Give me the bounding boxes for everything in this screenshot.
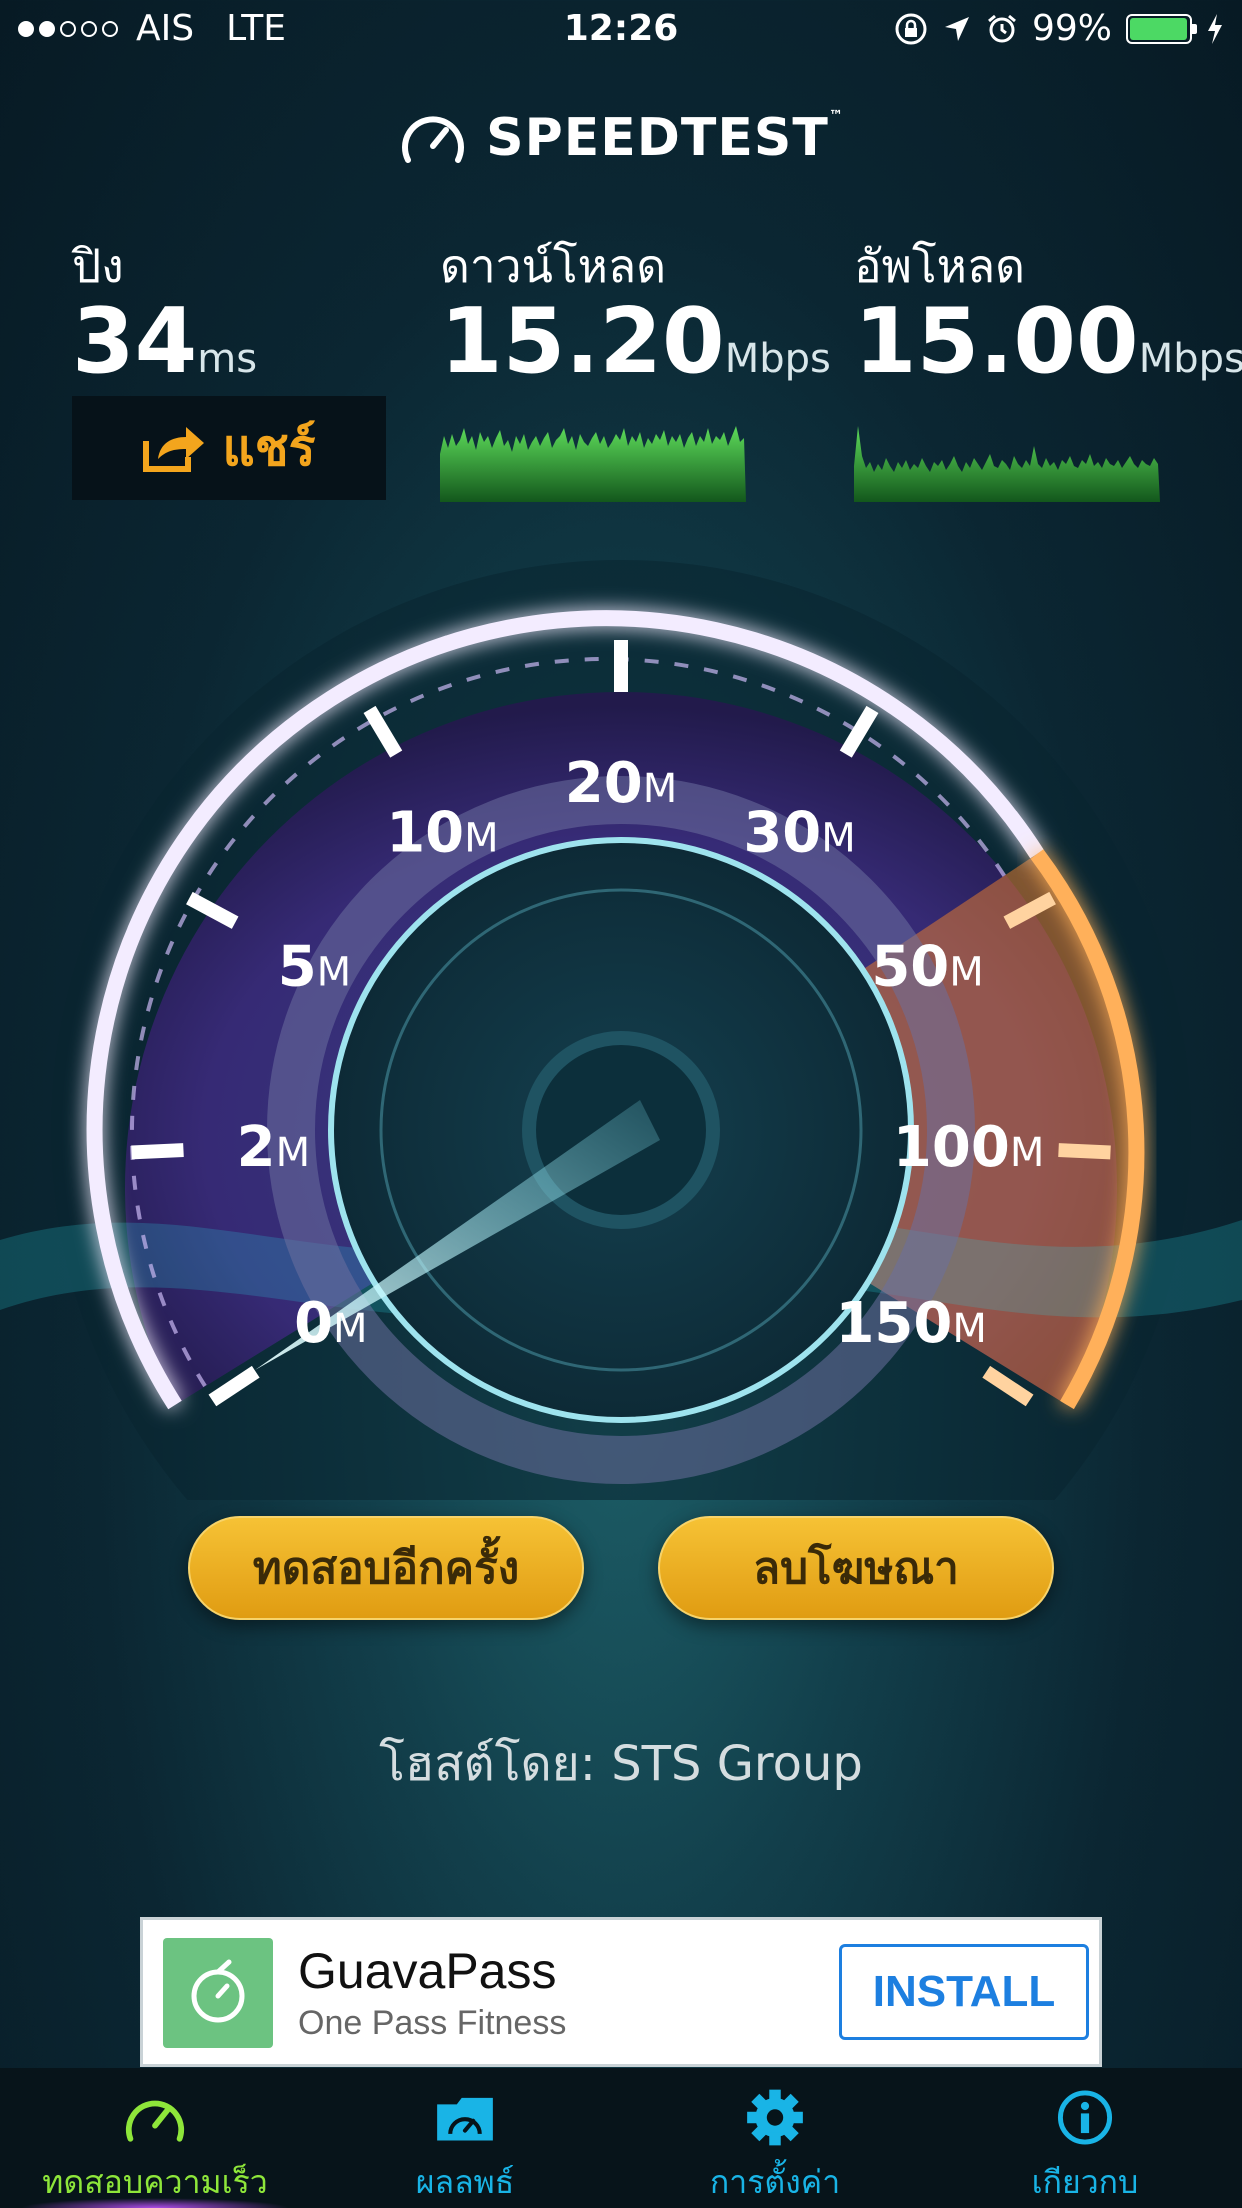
speedometer-logo-icon — [402, 116, 465, 163]
rotation-lock-icon — [895, 13, 927, 44]
upload-value: 15.00Mbps — [854, 289, 1242, 394]
results-folder-icon — [437, 2097, 493, 2141]
gauge-tick — [1058, 1143, 1111, 1160]
upload-stat: อัพโหลด 15.00Mbps — [854, 240, 1242, 409]
host-label: โฮสต์โดย: STS Group — [379, 1736, 863, 1792]
tab-label: ทดสอบความเร็ว — [42, 2163, 268, 2201]
tab-label: การตั้งค่า — [709, 2163, 841, 2201]
info-icon — [1057, 2090, 1113, 2145]
tab-results[interactable]: ผลลพธ์ — [310, 2068, 620, 2208]
install-button[interactable]: INSTALL — [839, 1944, 1089, 2040]
tab-bar: ทดสอบความเร็ว ผลลพธ์ การตั้งค่า เกียวกบ — [0, 2068, 1242, 2208]
download-value: 15.20Mbps — [440, 289, 831, 394]
guavapass-app-icon — [163, 1938, 273, 2048]
tab-settings[interactable]: การตั้งค่า — [620, 2068, 930, 2208]
speedtest-logo: SPEEDTEST™ — [0, 108, 1242, 168]
download-label: ดาวน์โหลด — [440, 239, 667, 293]
tab-label: ผลลพธ์ — [415, 2163, 515, 2201]
alarm-icon — [988, 14, 1016, 42]
gauge-tick — [131, 1143, 184, 1160]
ping-value: 34ms — [72, 289, 258, 394]
ad-banner[interactable]: GuavaPass One Pass Fitness INSTALL — [140, 1917, 1102, 2067]
charging-bolt-icon — [1208, 13, 1222, 44]
tab-label: เกียวกบ — [1031, 2163, 1139, 2201]
share-label: แชร์ — [222, 418, 316, 477]
speedometer-icon — [125, 2100, 185, 2142]
download-stat: ดาวน์โหลด 15.20Mbps — [440, 240, 831, 409]
gear-icon — [747, 2089, 803, 2146]
logo-text: SPEEDTEST™ — [486, 108, 844, 168]
ping-label: ปิง — [72, 239, 124, 293]
tab-about[interactable]: เกียวกบ — [930, 2068, 1240, 2208]
tab-speed-test[interactable]: ทดสอบความเร็ว — [0, 2068, 310, 2208]
status-right: 99% — [894, 8, 1224, 49]
status-bar: AIS LTE 12:26 99% — [0, 0, 1242, 64]
upload-label: อัพโหลด — [854, 239, 1026, 293]
upload-sparkline — [854, 426, 1160, 502]
remove-ads-button[interactable]: ลบโฆษณา — [658, 1516, 1054, 1620]
download-sparkline — [440, 426, 746, 502]
ad-subtitle: One Pass Fitness — [298, 2004, 567, 2042]
test-again-button[interactable]: ทดสอบอีกครั้ง — [188, 1516, 584, 1620]
ping-stat: ปิง 34ms — [72, 240, 257, 409]
speed-gauge: 0M2M5M10M20M30M50M100M150M — [0, 560, 1242, 1500]
share-icon — [143, 427, 205, 472]
ad-title: GuavaPass — [298, 1943, 557, 1999]
battery-icon — [1126, 13, 1197, 44]
battery-percent: 99% — [1031, 8, 1112, 49]
location-arrow-icon — [944, 16, 969, 41]
share-button[interactable]: แชร์ — [72, 396, 386, 500]
